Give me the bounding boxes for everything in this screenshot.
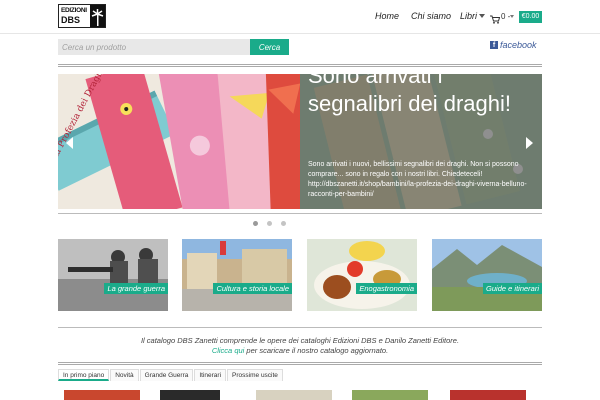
cart-chevron-down-icon[interactable] [510, 15, 514, 18]
slider-body: Sono arrivati i nuovi, bellissimi segnal… [308, 161, 527, 198]
category-label: Guide e itinerari [483, 283, 542, 294]
product-thumbnail[interactable] [450, 390, 526, 400]
slider-dot[interactable] [267, 221, 272, 226]
product-list [58, 390, 542, 400]
facebook-icon: f [490, 41, 498, 49]
cart-count[interactable]: 0 - [501, 12, 510, 21]
catalog-info: Il catalogo DBS Zanetti comprende le ope… [58, 336, 542, 356]
divider [58, 64, 542, 67]
tab-novita[interactable]: Novità [110, 369, 139, 381]
product-thumbnail[interactable] [256, 390, 332, 400]
hero-slider[interactable]: La Profezia dei Draghi Viverna Sono arri… [58, 74, 542, 209]
slider-prev-arrow-icon[interactable] [66, 137, 73, 149]
slider-title[interactable]: Sono arrivati i segnalibri dei draghi! [308, 74, 538, 118]
logo-line2: DBS [61, 15, 81, 25]
product-thumbnail[interactable] [160, 390, 220, 400]
category-tile-grande-guerra[interactable]: La grande guerra [58, 239, 168, 311]
facebook-link[interactable]: f facebook [490, 40, 537, 50]
nav-home[interactable]: Home [375, 11, 399, 21]
catalog-download-link[interactable]: Clicca qui [212, 346, 245, 355]
tab-grande-guerra[interactable]: Grande Guerra [139, 369, 194, 381]
slider-pagination [253, 221, 286, 226]
category-label: Cultura e storia locale [213, 283, 292, 294]
cart-icon[interactable] [490, 11, 501, 29]
product-tabs: In primo piano Novità Grande Guerra Itin… [58, 369, 284, 381]
category-tile-guide-itinerari[interactable]: Guide e itinerari [432, 239, 542, 311]
town-square-photo [182, 239, 292, 311]
mountain-lake-photo [432, 239, 542, 311]
catalog-info-line1: Il catalogo DBS Zanetti comprende le ope… [140, 336, 460, 345]
divider [58, 213, 542, 214]
edizioni-dbs-logo[interactable]: EDIZIONI DBS [58, 4, 106, 28]
search-input[interactable] [58, 39, 250, 55]
slider-dot[interactable] [281, 221, 286, 226]
chevron-down-icon[interactable] [479, 14, 485, 18]
logo-line1: EDIZIONI [61, 7, 87, 14]
facebook-label: facebook [500, 40, 537, 50]
food-plate-photo [307, 239, 417, 311]
nav-libri[interactable]: Libri [460, 11, 477, 21]
product-thumbnail[interactable] [352, 390, 428, 400]
category-label: La grande guerra [104, 283, 168, 294]
palm-tree-icon [90, 5, 105, 27]
catalog-info-line2: per scaricare il nostro catalogo aggiorn… [244, 346, 389, 355]
tab-itinerari[interactable]: Itinerari [194, 369, 227, 381]
nav-chi-siamo[interactable]: Chi siamo [411, 11, 451, 21]
divider [58, 362, 542, 365]
search-button[interactable]: Cerca [250, 39, 289, 55]
tab-in-primo-piano[interactable]: In primo piano [58, 369, 110, 381]
tab-prossime-uscite[interactable]: Prossime uscite [227, 369, 283, 381]
product-thumbnail[interactable] [64, 390, 140, 400]
slider-caption: Sono arrivati i segnalibri dei draghi! S… [300, 74, 542, 209]
divider [58, 327, 542, 328]
category-tile-enogastronomia[interactable]: Enogastronomia [307, 239, 417, 311]
soldiers-photo [58, 239, 168, 311]
site-header: EDIZIONI DBS Home Chi siamo Libri 0 - €0… [0, 0, 600, 34]
category-label: Enogastronomia [356, 283, 417, 294]
slider-next-arrow-icon[interactable] [526, 137, 533, 149]
slider-dot[interactable] [253, 221, 258, 226]
cart-total-badge[interactable]: €0.00 [519, 11, 542, 23]
category-tile-cultura-storia[interactable]: Cultura e storia locale [182, 239, 292, 311]
